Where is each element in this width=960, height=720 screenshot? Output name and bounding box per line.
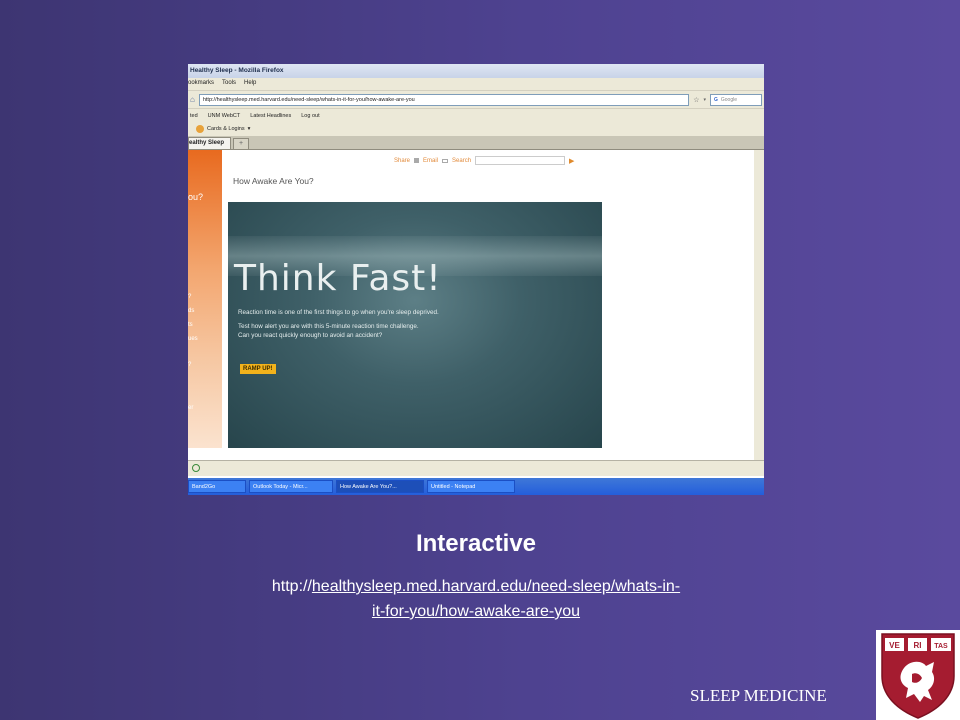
menu-help[interactable]: Help — [244, 80, 256, 90]
url-link-line2[interactable]: it-for-you/how-awake-are-you — [372, 603, 580, 620]
search-engine-label: Google — [720, 96, 738, 103]
bookmark-item[interactable]: ted — [190, 113, 198, 119]
menu-bookmarks[interactable]: ookmarks — [188, 80, 214, 90]
site-search-input[interactable] — [475, 156, 566, 165]
home-icon[interactable]: ⌂ — [190, 95, 195, 104]
page-heading: How Awake Are You? — [233, 176, 314, 186]
bookmark-item[interactable]: UNM WebCT — [208, 113, 241, 119]
menu-bar: ookmarks Tools Help — [188, 78, 764, 90]
search-field[interactable]: G Google — [710, 93, 762, 106]
flash-text-line1: Reaction time is one of the first things… — [238, 309, 439, 316]
window-title: Healthy Sleep - Mozilla Firefox — [188, 64, 764, 78]
share-row: Share Email Search ▶ — [394, 156, 574, 165]
taskbar-item-firefox[interactable]: How Awake Are You?... — [336, 480, 424, 493]
share-icon — [414, 158, 420, 163]
url-prefix: http:// — [271, 578, 312, 595]
orange-sidebar: ou? ? ds ts ues ? er — [188, 150, 222, 448]
chevron-down-icon[interactable]: ▾ — [248, 126, 251, 132]
menu-tools[interactable]: Tools — [222, 80, 236, 90]
harvard-shield-logo: VE RI TAS — [876, 630, 960, 720]
cards-icon — [196, 125, 204, 133]
taskbar-item-band2go[interactable]: Band2Go — [188, 480, 246, 493]
flash-text-line3: Can you react quickly enough to avoid an… — [238, 332, 383, 339]
browser-screenshot: Healthy Sleep - Mozilla Firefox ookmarks… — [188, 64, 764, 495]
share-link[interactable]: Share — [394, 158, 410, 164]
url-field[interactable]: http://healthysleep.med.harvard.edu/need… — [198, 93, 690, 106]
page-content: ou? ? ds ts ues ? er Share Email Search … — [188, 150, 764, 448]
taskbar-item-notepad[interactable]: Untitled - Notepad — [427, 480, 515, 493]
navigation-bar: ⌂ http://healthysleep.med.harvard.edu/ne… — [188, 90, 764, 108]
cards-logins-button[interactable]: Cards & Logins — [207, 126, 245, 132]
email-icon — [442, 158, 449, 163]
status-bar — [188, 460, 764, 476]
shield-icon: VE RI TAS — [881, 633, 955, 719]
flash-game[interactable]: Think Fast! Reaction time is one of the … — [228, 202, 602, 448]
bookmarks-toolbar: ted UNM WebCT Latest Headlines Log out — [188, 108, 764, 122]
extension-toolbar: Cards & Logins ▾ — [188, 122, 764, 136]
dropdown-icon[interactable]: ▾ — [703, 97, 706, 103]
bookmark-star-icon[interactable]: ☆ — [693, 96, 699, 104]
flash-text-line2: Test how alert you are with this 5-minut… — [238, 323, 419, 330]
bookmark-item[interactable]: Log out — [301, 113, 319, 119]
flash-headline: Think Fast! — [234, 258, 442, 299]
side-fragment: ts — [188, 322, 193, 328]
slide-url[interactable]: http://healthysleep.med.harvard.edu/need… — [190, 574, 762, 624]
tab-healthy-sleep[interactable]: ealthy Sleep — [188, 137, 232, 149]
footer-label: SLEEP MEDICINE — [690, 686, 827, 705]
vertical-scrollbar[interactable] — [754, 150, 764, 460]
tab-strip: ealthy Sleep + — [188, 136, 764, 150]
search-go-icon[interactable]: ▶ — [569, 157, 574, 165]
status-icon — [192, 464, 200, 472]
new-tab-button[interactable]: + — [233, 138, 250, 149]
ramp-up-button[interactable]: RAMP UP! — [240, 364, 276, 374]
google-icon: G — [714, 96, 718, 103]
side-fragment: ou? — [188, 192, 204, 202]
url-link-line1[interactable]: healthysleep.med.harvard.edu/need-sleep/… — [312, 578, 680, 595]
shield-letters-2: RI — [914, 641, 922, 650]
windows-taskbar: Band2Go Outlook Today - Micr... How Awak… — [188, 478, 764, 495]
side-fragment: er — [188, 405, 194, 411]
taskbar-item-outlook[interactable]: Outlook Today - Micr... — [249, 480, 333, 493]
bookmark-item[interactable]: Latest Headlines — [250, 113, 291, 119]
side-fragment: ues — [188, 336, 198, 342]
email-link[interactable]: Email — [423, 158, 438, 164]
shield-letters-3: TAS — [934, 643, 948, 650]
shield-letters-1: VE — [889, 641, 900, 650]
side-fragment: ds — [188, 308, 195, 314]
search-label: Search — [452, 157, 472, 164]
side-fragment: ? — [188, 362, 192, 368]
side-fragment: ? — [188, 294, 192, 300]
slide-title: Interactive — [415, 530, 537, 557]
